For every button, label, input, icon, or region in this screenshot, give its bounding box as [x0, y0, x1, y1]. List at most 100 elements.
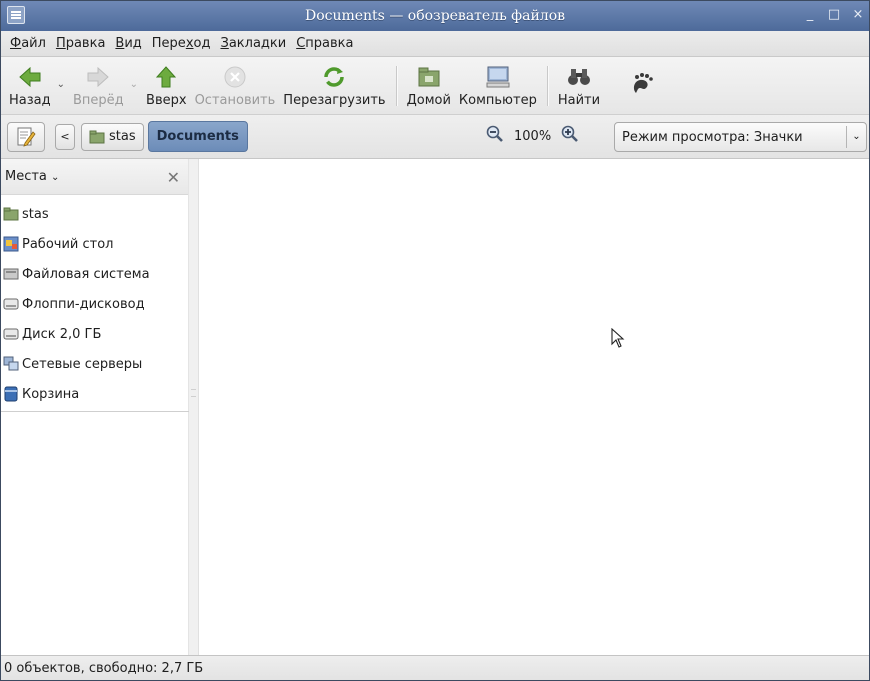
menu-bookmarks-mnemonic: З	[220, 36, 229, 51]
up-button[interactable]: Вверх	[142, 64, 191, 108]
reload-label: Перезагрузить	[283, 93, 386, 108]
back-arrow-icon	[19, 64, 41, 90]
computer-label: Компьютер	[458, 93, 537, 108]
close-sidebar-button[interactable]: ✕	[167, 168, 180, 187]
file-view-area[interactable]	[199, 159, 869, 655]
menu-view-mnemonic: В	[115, 36, 125, 51]
place-item-floppy[interactable]: Флоппи-дисковод	[1, 289, 188, 319]
sidebar-type-select[interactable]: Места ⌄	[5, 169, 59, 184]
breadcrumb-documents[interactable]: Documents	[147, 121, 248, 152]
window-title: Documents — обозреватель файлов	[304, 8, 566, 24]
menu-help[interactable]: Справка	[291, 36, 358, 51]
place-label: stas	[22, 206, 49, 222]
place-label: Корзина	[22, 386, 80, 402]
place-label: Рабочий стол	[22, 236, 114, 252]
places-sidebar: Места ⌄ ✕ stas Рабочий стол Файловая сис…	[1, 159, 191, 655]
menu-bookmarks-label: акладки	[228, 36, 287, 51]
gnome-foot-button[interactable]	[626, 70, 658, 108]
network-servers-icon	[3, 356, 19, 372]
menu-bookmarks[interactable]: Закладки	[215, 36, 291, 51]
sidebar-header: Места ⌄ ✕	[1, 159, 188, 195]
back-history-dropdown[interactable]: ⌄	[57, 79, 65, 90]
computer-icon	[486, 64, 510, 90]
menu-file[interactable]: Файл	[5, 36, 51, 51]
main-toolbar: Назад ⌄ Вперёд ⌄ Вверх Остановить Переза…	[1, 57, 869, 115]
forward-history-dropdown[interactable]: ⌄	[130, 79, 138, 90]
toolbar-separator	[546, 66, 548, 106]
forward-button[interactable]: Вперёд	[69, 64, 128, 108]
computer-button[interactable]: Компьютер	[455, 64, 541, 108]
chevron-down-icon: ⌄	[51, 172, 60, 183]
menu-view-label: ид	[124, 36, 142, 51]
reload-button[interactable]: Перезагрузить	[279, 64, 389, 108]
search-button[interactable]: Найти	[554, 64, 604, 108]
reload-icon	[323, 64, 345, 90]
menu-file-mnemonic: Ф	[10, 36, 22, 51]
forward-arrow-icon	[87, 64, 110, 90]
breadcrumb-stas[interactable]: stas	[81, 122, 144, 151]
desktop-icon	[3, 236, 19, 252]
back-button[interactable]: Назад	[5, 64, 55, 108]
view-mode-value: Режим просмотра: Значки	[622, 129, 803, 145]
place-item-network[interactable]: Сетевые серверы	[1, 349, 188, 379]
toggle-location-entry-button[interactable]	[7, 121, 45, 152]
place-item-stas[interactable]: stas	[1, 199, 188, 229]
title-bar[interactable]: Documents — обозреватель файлов _ □ ×	[1, 1, 869, 31]
resize-grip-icon	[191, 389, 196, 397]
close-window-button[interactable]: ×	[851, 7, 865, 22]
back-label: Назад	[9, 93, 51, 108]
places-divider	[1, 411, 191, 412]
sidebar-resize-handle[interactable]	[189, 159, 199, 655]
search-label: Найти	[557, 93, 601, 108]
floppy-drive-icon	[3, 296, 19, 312]
menu-edit-label: равка	[65, 36, 106, 51]
menu-go-mnemonic: х	[185, 36, 194, 51]
home-folder-icon	[3, 206, 19, 222]
status-text: 0 объектов, свободно: 2,7 ГБ	[4, 660, 204, 676]
maximize-button[interactable]: □	[827, 7, 841, 22]
view-mode-select[interactable]: Режим просмотра: Значки ⌄	[614, 122, 867, 152]
home-label: Домой	[406, 93, 451, 108]
menu-view[interactable]: Вид	[110, 36, 146, 51]
trash-icon	[3, 386, 19, 402]
zoom-level[interactable]: 100%	[514, 129, 551, 144]
binoculars-icon	[567, 64, 591, 90]
menu-edit-mnemonic: П	[55, 36, 66, 51]
zoom-in-button[interactable]	[561, 125, 579, 147]
status-bar: 0 объектов, свободно: 2,7 ГБ	[1, 655, 869, 680]
filesystem-icon	[3, 266, 19, 282]
home-button[interactable]: Домой	[403, 64, 455, 108]
zoom-out-icon	[486, 125, 503, 142]
place-label: Файловая система	[22, 266, 150, 282]
sidebar-type-label: Места	[5, 169, 47, 184]
home-folder-icon	[418, 64, 440, 90]
menu-edit[interactable]: Правка	[51, 36, 110, 51]
home-folder-icon	[89, 130, 105, 143]
place-item-trash[interactable]: Корзина	[1, 379, 188, 409]
place-item-desktop[interactable]: Рабочий стол	[1, 229, 188, 259]
file-manager-window: Documents — обозреватель файлов _ □ × Фа…	[0, 0, 870, 681]
zoom-in-icon	[561, 125, 579, 142]
forward-label: Вперёд	[73, 93, 124, 108]
menu-go[interactable]: Переход	[147, 36, 216, 51]
zoom-out-button[interactable]	[486, 125, 504, 147]
place-label: Флоппи-дисковод	[22, 296, 145, 312]
mouse-pointer-icon	[611, 328, 625, 348]
path-scroll-left-button[interactable]: <	[55, 123, 75, 150]
places-list: stas Рабочий стол Файловая система Флопп…	[1, 195, 188, 409]
window-controls: _ □ ×	[803, 7, 865, 22]
menu-file-label: айл	[21, 36, 46, 51]
disk-icon	[3, 326, 19, 342]
up-label: Вверх	[146, 93, 187, 108]
stop-button[interactable]: Остановить	[191, 64, 280, 108]
up-arrow-icon	[156, 64, 177, 90]
place-item-disk[interactable]: Диск 2,0 ГБ	[1, 319, 188, 349]
place-item-filesystem[interactable]: Файловая система	[1, 259, 188, 289]
location-bar: < stas Documents 100% Режим просмотра: З…	[1, 115, 869, 159]
menu-go-prefix: Пере	[151, 36, 186, 51]
minimize-button[interactable]: _	[803, 7, 817, 22]
place-label: Диск 2,0 ГБ	[22, 326, 102, 342]
stop-label: Остановить	[194, 93, 276, 108]
chevron-down-icon: ⌄	[846, 126, 866, 148]
main-area: Места ⌄ ✕ stas Рабочий стол Файловая сис…	[1, 159, 869, 655]
